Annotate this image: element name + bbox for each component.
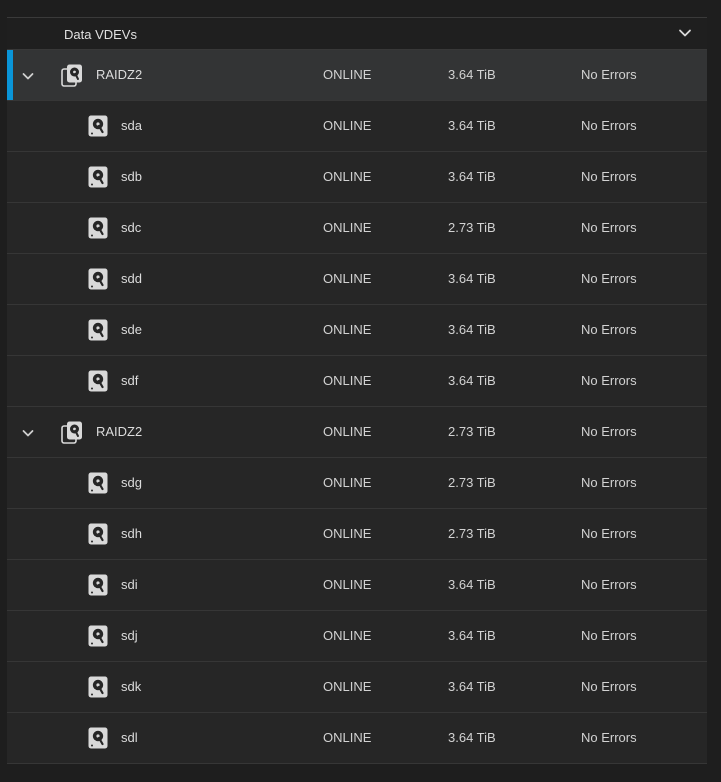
disk-name: sdi xyxy=(121,577,138,592)
vdev-status: ONLINE xyxy=(323,424,372,439)
disk-size: 3.64 TiB xyxy=(448,628,496,643)
hard-disk-icon xyxy=(87,369,109,393)
disk-errors: No Errors xyxy=(581,373,637,388)
disk-errors: No Errors xyxy=(581,169,637,184)
hard-disk-icon xyxy=(87,165,109,189)
vdev-stack-icon xyxy=(61,420,83,444)
disk-row[interactable]: sdb ONLINE 3.64 TiB No Errors xyxy=(7,152,707,203)
disk-row[interactable]: sde ONLINE 3.64 TiB No Errors xyxy=(7,305,707,356)
disk-errors: No Errors xyxy=(581,577,637,592)
disk-name: sdh xyxy=(121,526,142,541)
hard-disk-icon xyxy=(87,114,109,138)
disk-errors: No Errors xyxy=(581,118,637,133)
disk-errors: No Errors xyxy=(581,271,637,286)
disk-name: sdf xyxy=(121,373,139,388)
disk-row[interactable]: sdf ONLINE 3.64 TiB No Errors xyxy=(7,356,707,407)
disk-row[interactable]: sdl ONLINE 3.64 TiB No Errors xyxy=(7,713,707,764)
disk-name: sde xyxy=(121,322,142,337)
disk-row[interactable]: sdk ONLINE 3.64 TiB No Errors xyxy=(7,662,707,713)
disk-status: ONLINE xyxy=(323,322,372,337)
hard-disk-icon xyxy=(87,522,109,546)
data-vdevs-header[interactable]: Data VDEVs xyxy=(7,18,707,50)
disk-row[interactable]: sdg ONLINE 2.73 TiB No Errors xyxy=(7,458,707,509)
vdev-name: RAIDZ2 xyxy=(96,424,143,439)
hard-disk-icon xyxy=(87,216,109,240)
disk-status: ONLINE xyxy=(323,475,372,490)
disk-errors: No Errors xyxy=(581,628,637,643)
disk-errors: No Errors xyxy=(581,220,637,235)
disk-row[interactable]: sda ONLINE 3.64 TiB No Errors xyxy=(7,101,707,152)
disk-status: ONLINE xyxy=(323,679,372,694)
chevron-down-icon[interactable] xyxy=(677,25,693,41)
disk-size: 3.64 TiB xyxy=(448,169,496,184)
disk-size: 3.64 TiB xyxy=(448,679,496,694)
disk-errors: No Errors xyxy=(581,322,637,337)
disk-status: ONLINE xyxy=(323,577,372,592)
disk-status: ONLINE xyxy=(323,220,372,235)
hard-disk-icon xyxy=(87,624,109,648)
disk-status: ONLINE xyxy=(323,628,372,643)
disk-status: ONLINE xyxy=(323,169,372,184)
disk-size: 3.64 TiB xyxy=(448,730,496,745)
disk-errors: No Errors xyxy=(581,679,637,694)
disk-size: 3.64 TiB xyxy=(448,271,496,286)
vdev-name: RAIDZ2 xyxy=(96,67,143,82)
data-vdevs-panel: Data VDEVs RAIDZ2 ONLINE 3.64 TiB No Errors… xyxy=(7,17,707,764)
disk-row[interactable]: sdd ONLINE 3.64 TiB No Errors xyxy=(7,254,707,305)
hard-disk-icon xyxy=(87,318,109,342)
disk-errors: No Errors xyxy=(581,526,637,541)
vdev-stack-icon xyxy=(61,63,83,87)
vdev-status: ONLINE xyxy=(323,67,372,82)
disk-errors: No Errors xyxy=(581,475,637,490)
section-title: Data VDEVs xyxy=(64,27,137,42)
chevron-down-icon[interactable] xyxy=(20,68,36,84)
disk-name: sdj xyxy=(121,628,138,643)
selection-marker xyxy=(7,50,13,100)
hard-disk-icon xyxy=(87,267,109,291)
chevron-down-icon[interactable] xyxy=(20,425,36,441)
disk-row[interactable]: sdj ONLINE 3.64 TiB No Errors xyxy=(7,611,707,662)
disk-errors: No Errors xyxy=(581,730,637,745)
disk-status: ONLINE xyxy=(323,526,372,541)
disk-size: 3.64 TiB xyxy=(448,322,496,337)
disk-size: 2.73 TiB xyxy=(448,526,496,541)
hard-disk-icon xyxy=(87,471,109,495)
disk-name: sdg xyxy=(121,475,142,490)
hard-disk-icon xyxy=(87,573,109,597)
vdev-row[interactable]: RAIDZ2 ONLINE 3.64 TiB No Errors xyxy=(7,50,707,101)
disk-size: 3.64 TiB xyxy=(448,118,496,133)
vdev-tree: RAIDZ2 ONLINE 3.64 TiB No Errors sda ONLINE 3.… xyxy=(7,50,707,764)
vdev-row[interactable]: RAIDZ2 ONLINE 2.73 TiB No Errors xyxy=(7,407,707,458)
disk-status: ONLINE xyxy=(323,373,372,388)
disk-row[interactable]: sdi ONLINE 3.64 TiB No Errors xyxy=(7,560,707,611)
vdev-size: 2.73 TiB xyxy=(448,424,496,439)
disk-status: ONLINE xyxy=(323,118,372,133)
disk-status: ONLINE xyxy=(323,730,372,745)
disk-size: 2.73 TiB xyxy=(448,220,496,235)
disk-name: sdk xyxy=(121,679,142,694)
vdev-errors: No Errors xyxy=(581,67,637,82)
disk-size: 3.64 TiB xyxy=(448,373,496,388)
disk-row[interactable]: sdh ONLINE 2.73 TiB No Errors xyxy=(7,509,707,560)
disk-name: sdl xyxy=(121,730,138,745)
disk-name: sdd xyxy=(121,271,142,286)
disk-row[interactable]: sdc ONLINE 2.73 TiB No Errors xyxy=(7,203,707,254)
disk-name: sdc xyxy=(121,220,142,235)
disk-status: ONLINE xyxy=(323,271,372,286)
disk-name: sda xyxy=(121,118,142,133)
disk-size: 3.64 TiB xyxy=(448,577,496,592)
vdev-size: 3.64 TiB xyxy=(448,67,496,82)
hard-disk-icon xyxy=(87,675,109,699)
disk-name: sdb xyxy=(121,169,142,184)
vdev-errors: No Errors xyxy=(581,424,637,439)
disk-size: 2.73 TiB xyxy=(448,475,496,490)
hard-disk-icon xyxy=(87,726,109,750)
